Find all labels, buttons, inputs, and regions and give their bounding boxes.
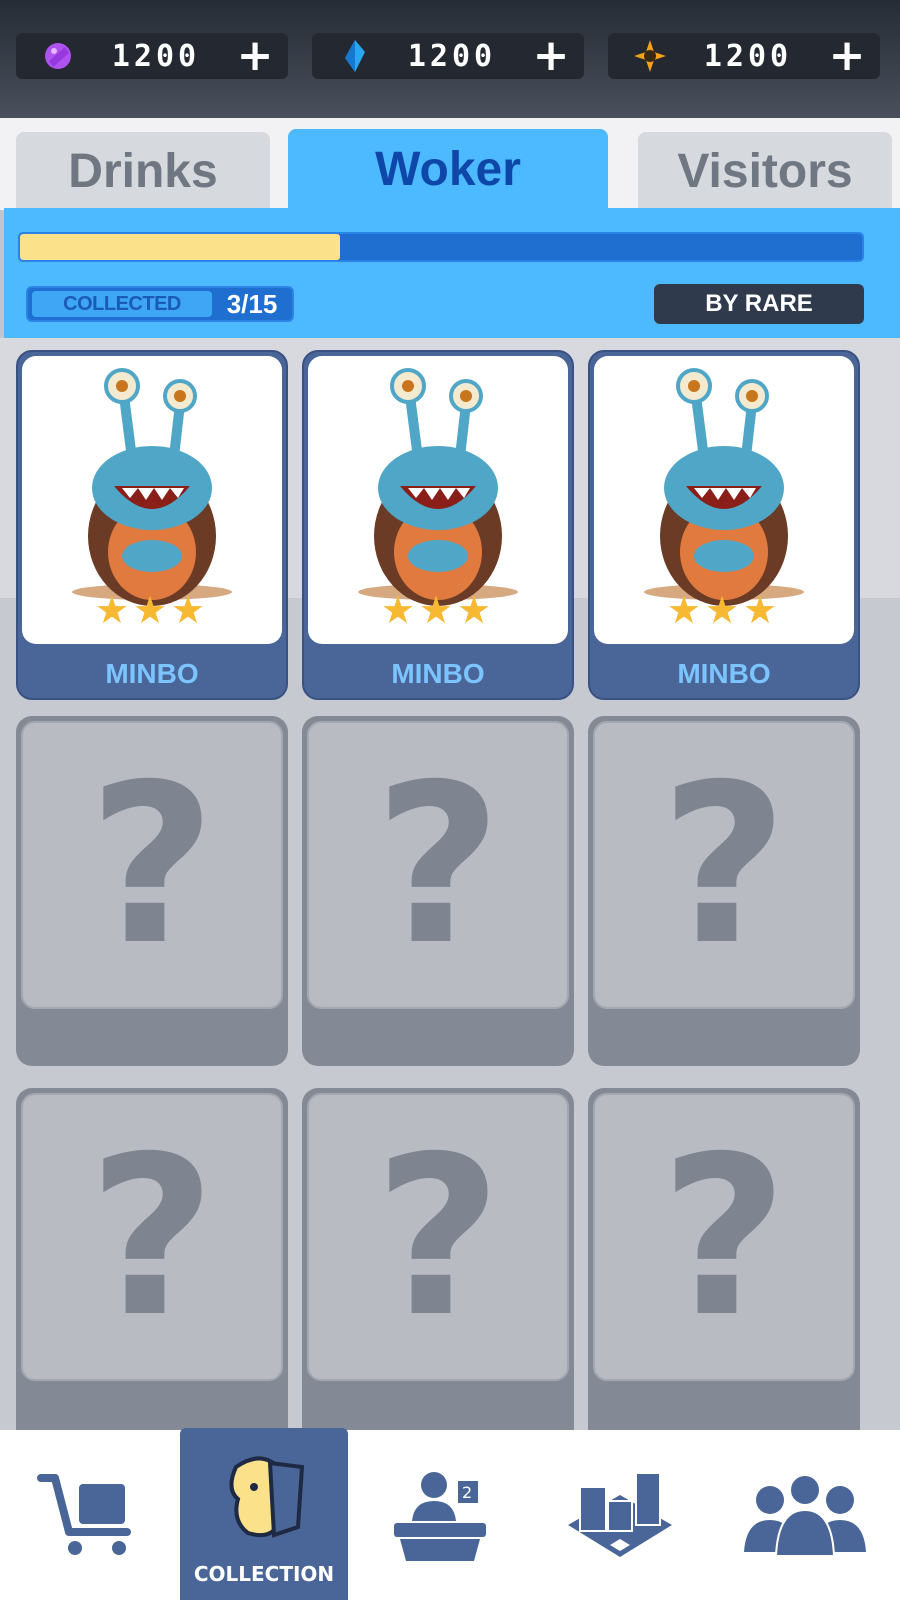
character-portrait: ★★★	[594, 356, 854, 644]
collection-header: COLLECTED 3/15 BY RARE	[4, 208, 900, 338]
sort-by-rare-button[interactable]: BY RARE	[654, 284, 864, 324]
crystal-amount: 1200	[407, 38, 497, 74]
nav-reception[interactable]: 2	[360, 1430, 520, 1600]
locked-card-face: ?	[307, 1093, 569, 1381]
character-name: MINBO	[677, 658, 771, 689]
add-token-button[interactable]: +	[824, 33, 870, 79]
question-mark-icon: ?	[660, 737, 788, 993]
tab-drinks[interactable]: Drinks	[16, 132, 270, 210]
character-name: MINBO	[105, 658, 199, 689]
building-icon	[568, 1472, 672, 1557]
purple-gem-icon	[36, 33, 80, 79]
collection-card[interactable]: ★★★ MINBO	[16, 350, 288, 700]
nav-shop[interactable]	[10, 1430, 170, 1600]
locked-card[interactable]: ?	[588, 716, 860, 1066]
nav-collection[interactable]: COLLECTION	[180, 1428, 348, 1600]
people-group-icon	[744, 1474, 866, 1557]
category-tabs: Drinks Woker Visitors	[0, 118, 900, 210]
collection-progress-bar	[18, 232, 864, 262]
currency-pill-gem: 1200 +	[16, 33, 288, 79]
character-portrait: ★★★	[308, 356, 568, 644]
collection-card[interactable]: ★★★ MINBO	[302, 350, 574, 700]
rarity-stars: ★★★	[666, 588, 782, 632]
collection-icon	[229, 1456, 305, 1538]
blue-crystal-icon	[332, 33, 376, 79]
character-portrait: ★★★	[22, 356, 282, 644]
locked-card[interactable]: ?	[16, 716, 288, 1066]
collected-value: 3/15	[226, 288, 278, 319]
locked-card-face: ?	[593, 1093, 855, 1381]
orange-star-token-icon	[628, 33, 672, 79]
locked-card[interactable]: ?	[302, 1088, 574, 1430]
question-mark-icon: ?	[88, 1109, 216, 1365]
tab-visitors[interactable]: Visitors	[638, 132, 892, 210]
bottom-navigation: COLLECTION 2	[0, 1428, 900, 1600]
collected-label: COLLECTED	[32, 291, 212, 317]
question-mark-icon: ?	[374, 737, 502, 993]
locked-card-face: ?	[593, 721, 855, 1009]
progress-fill	[20, 234, 340, 260]
question-mark-icon: ?	[660, 1109, 788, 1365]
currency-bar: 1200 + 1200 + 1200 +	[0, 0, 900, 118]
locked-card-face: ?	[21, 1093, 283, 1381]
question-mark-icon: ?	[374, 1109, 502, 1365]
tab-woker[interactable]: Woker	[288, 129, 608, 210]
shopping-cart-icon	[37, 1474, 131, 1555]
locked-card[interactable]: ?	[302, 716, 574, 1066]
token-amount: 1200	[703, 38, 793, 74]
locked-card-face: ?	[307, 721, 569, 1009]
currency-pill-token: 1200 +	[608, 33, 880, 79]
locked-card-face: ?	[21, 721, 283, 1009]
collection-card[interactable]: ★★★ MINBO	[588, 350, 860, 700]
locked-card[interactable]: ?	[16, 1088, 288, 1430]
nav-collection-label: COLLECTION	[193, 1562, 335, 1586]
collected-counter: COLLECTED 3/15	[26, 286, 294, 322]
character-name: MINBO	[391, 658, 485, 689]
nav-building[interactable]	[540, 1430, 700, 1600]
add-gem-button[interactable]: +	[232, 33, 278, 79]
currency-pill-crystal: 1200 +	[312, 33, 584, 79]
question-mark-icon: ?	[88, 737, 216, 993]
rarity-stars: ★★★	[380, 588, 496, 632]
svg-text:2: 2	[462, 1483, 472, 1502]
rarity-stars: ★★★	[94, 588, 210, 632]
nav-visitors[interactable]	[720, 1430, 890, 1600]
reception-desk-icon: 2	[394, 1472, 486, 1561]
add-crystal-button[interactable]: +	[528, 33, 574, 79]
locked-card[interactable]: ?	[588, 1088, 860, 1430]
gem-amount: 1200	[111, 38, 201, 74]
